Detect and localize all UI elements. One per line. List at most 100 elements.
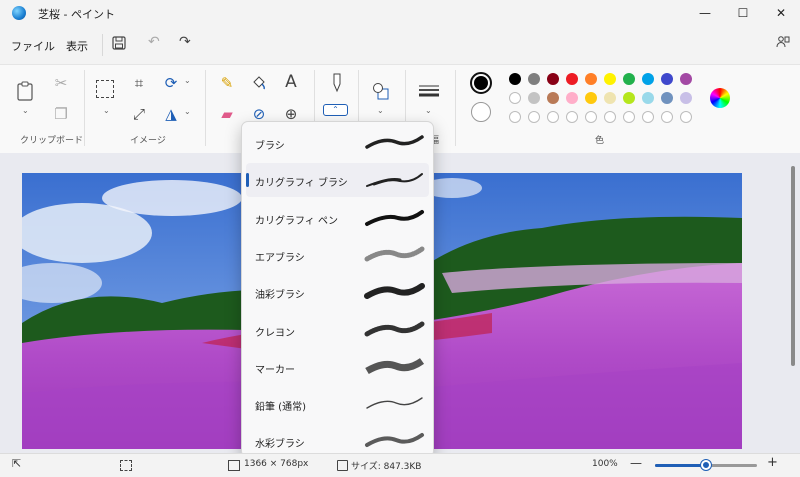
save-icon[interactable] xyxy=(112,36,126,54)
ribbon-divider xyxy=(455,70,456,146)
brush-stroke-preview-icon xyxy=(364,206,426,233)
custom-color-slot[interactable] xyxy=(566,111,578,123)
crop-icon[interactable]: ⌗ xyxy=(128,72,150,94)
color-swatch[interactable] xyxy=(509,73,521,85)
brush-menu-item[interactable]: 油彩ブラシ xyxy=(246,275,429,309)
color-swatch[interactable] xyxy=(661,92,673,104)
image-group-label: イメージ xyxy=(130,136,166,146)
color-swatch[interactable] xyxy=(585,92,597,104)
flip-icon[interactable]: ◮ xyxy=(160,103,182,125)
menu-divider xyxy=(102,34,103,56)
file-size: サイズ: 847.3KB xyxy=(351,462,422,472)
undo-icon[interactable]: ↶ xyxy=(148,34,160,50)
brush-menu-item[interactable]: ブラシ xyxy=(246,126,429,160)
share-icon[interactable] xyxy=(776,35,790,53)
menu-view[interactable]: 表示 xyxy=(66,38,88,54)
color-swatch[interactable] xyxy=(680,92,692,104)
color-swatch[interactable] xyxy=(585,73,597,85)
brush-menu-item[interactable]: カリグラフィ ペン xyxy=(246,201,429,235)
resize-icon[interactable]: ⤢ xyxy=(128,103,150,125)
size-dropdown-chevron-icon[interactable]: ⌄ xyxy=(425,106,432,115)
edit-colors-icon[interactable] xyxy=(710,88,730,108)
brush-menu-item-label: 鉛筆 (通常) xyxy=(255,402,306,414)
canvas-dimensions: 1366 × 768px xyxy=(244,459,309,469)
fill-icon[interactable] xyxy=(248,72,270,94)
custom-color-slot[interactable] xyxy=(528,111,540,123)
brush-menu-item[interactable]: エアブラシ xyxy=(246,238,429,272)
color-swatch[interactable] xyxy=(509,92,521,104)
custom-color-slot[interactable] xyxy=(509,111,521,123)
minimize-button[interactable]: — xyxy=(686,0,724,26)
paint-app-icon xyxy=(12,6,26,20)
menu-file[interactable]: ファイル xyxy=(11,38,55,54)
custom-color-slot[interactable] xyxy=(661,111,673,123)
color-swatch[interactable] xyxy=(604,92,616,104)
brush-menu-item-label: ブラシ xyxy=(255,141,285,152)
status-bar: ⇱ 1366 × 768px サイズ: 847.3KB 100% — + xyxy=(0,453,800,477)
zoom-in-icon[interactable]: + xyxy=(767,455,778,470)
rotate-dropdown-chevron-icon[interactable]: ⌄ xyxy=(184,76,191,85)
select-dropdown-chevron-icon[interactable]: ⌄ xyxy=(103,106,110,115)
brush-stroke-preview-icon xyxy=(364,168,426,195)
cut-icon[interactable]: ✂ xyxy=(50,72,72,94)
paste-icon[interactable] xyxy=(14,80,36,102)
color-swatch[interactable] xyxy=(528,92,540,104)
rotate-icon[interactable]: ⟳ xyxy=(160,72,182,94)
stroke-size-icon[interactable] xyxy=(418,84,440,101)
custom-color-slot[interactable] xyxy=(642,111,654,123)
scrollbar-thumb[interactable] xyxy=(791,166,795,366)
brush-menu-item[interactable]: マーカー xyxy=(246,350,429,384)
color-swatch[interactable] xyxy=(623,92,635,104)
flip-dropdown-chevron-icon[interactable]: ⌄ xyxy=(184,107,191,116)
close-button[interactable]: ✕ xyxy=(762,0,800,26)
color-swatch[interactable] xyxy=(680,73,692,85)
color-swatch[interactable] xyxy=(566,73,578,85)
brush-menu-item[interactable]: カリグラフィ ブラシ xyxy=(246,163,429,198)
selection-size-icon xyxy=(120,460,132,471)
brush-menu-item[interactable]: 鉛筆 (通常) xyxy=(246,387,429,421)
color-swatch[interactable] xyxy=(642,92,654,104)
custom-color-slot[interactable] xyxy=(604,111,616,123)
shapes-icon[interactable] xyxy=(370,80,392,102)
color-swatch[interactable] xyxy=(528,73,540,85)
brush-menu-item-label: 油彩ブラシ xyxy=(255,290,305,302)
brush-menu-item-label: クレヨン xyxy=(255,327,295,339)
custom-color-slot[interactable] xyxy=(585,111,597,123)
brush-icon[interactable] xyxy=(326,72,348,94)
custom-color-slot[interactable] xyxy=(547,111,559,123)
paste-dropdown-chevron-icon[interactable]: ⌄ xyxy=(22,106,29,115)
custom-color-slot[interactable] xyxy=(680,111,692,123)
color-swatch[interactable] xyxy=(547,92,559,104)
brush-stroke-preview-icon xyxy=(364,131,426,158)
secondary-color-selector[interactable] xyxy=(471,102,491,122)
shapes-dropdown-chevron-icon[interactable]: ⌄ xyxy=(377,106,384,115)
primary-color-selector[interactable] xyxy=(470,72,492,94)
color-swatch[interactable] xyxy=(566,92,578,104)
brush-menu-item-label: カリグラフィ ペン xyxy=(255,215,338,227)
color-swatch[interactable] xyxy=(623,73,635,85)
color-swatch[interactable] xyxy=(661,73,673,85)
zoom-slider-thumb[interactable] xyxy=(701,460,711,470)
vertical-scrollbar[interactable] xyxy=(790,160,796,450)
cursor-position-icon: ⇱ xyxy=(12,457,22,470)
maximize-button[interactable]: ☐ xyxy=(724,0,762,26)
custom-color-slot[interactable] xyxy=(623,111,635,123)
selection-indicator xyxy=(246,173,249,188)
color-swatch[interactable] xyxy=(547,73,559,85)
brush-dropdown-chevron-icon[interactable]: ⌃ xyxy=(323,104,348,116)
text-icon[interactable]: A xyxy=(280,71,302,93)
color-swatch[interactable] xyxy=(642,73,654,85)
eraser-icon[interactable]: ▰ xyxy=(216,103,238,125)
pencil-icon[interactable]: ✎ xyxy=(216,72,238,94)
color-swatch[interactable] xyxy=(604,73,616,85)
brush-menu-item[interactable]: クレヨン xyxy=(246,313,429,347)
window-title: 芝桜 - ペイント xyxy=(38,8,115,21)
select-icon[interactable] xyxy=(96,80,114,98)
copy-icon[interactable]: ❐ xyxy=(50,103,72,125)
zoom-out-icon[interactable]: — xyxy=(630,456,642,470)
brush-stroke-preview-icon xyxy=(364,355,426,382)
zoom-slider[interactable] xyxy=(655,460,757,470)
ribbon-divider xyxy=(84,70,85,146)
brush-menu-item-label: 水彩ブラシ xyxy=(255,439,305,451)
redo-icon[interactable]: ↷ xyxy=(179,34,191,50)
